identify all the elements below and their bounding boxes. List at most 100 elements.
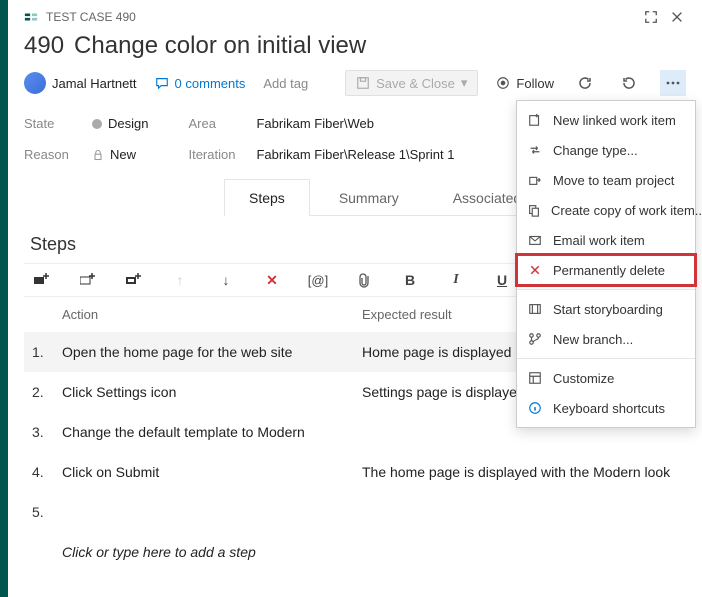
comment-icon xyxy=(155,76,169,90)
titlebar-label: TEST CASE 490 xyxy=(46,10,136,24)
step-number: 1. xyxy=(32,344,62,360)
undo-icon xyxy=(621,75,637,91)
menu-customize[interactable]: Customize xyxy=(517,363,695,393)
menu-storyboard[interactable]: Start storyboarding xyxy=(517,294,695,324)
bold-button[interactable]: B xyxy=(400,270,420,290)
area-value[interactable]: Fabrikam Fiber\Web xyxy=(256,116,374,131)
menu-separator xyxy=(517,289,695,290)
assignee-name: Jamal Hartnett xyxy=(52,76,137,91)
move-icon xyxy=(527,172,543,188)
step-action[interactable]: Click on Submit xyxy=(62,464,362,480)
menu-new-linked[interactable]: New linked work item xyxy=(517,105,695,135)
more-actions-button[interactable] xyxy=(660,70,686,96)
ellipsis-icon xyxy=(665,75,681,91)
close-icon[interactable] xyxy=(668,8,686,26)
menu-label: Change type... xyxy=(553,143,638,158)
follow-icon xyxy=(496,76,510,90)
step-number: 3. xyxy=(32,424,62,440)
tab-summary[interactable]: Summary xyxy=(314,179,424,216)
avatar xyxy=(24,72,46,94)
reason-label: Reason xyxy=(24,147,78,162)
save-close-label: Save & Close xyxy=(376,76,455,91)
insert-step-button[interactable] xyxy=(32,270,52,290)
paperclip-icon xyxy=(357,272,371,288)
step-action[interactable]: Open the home page for the web site xyxy=(62,344,362,360)
menu-move-team[interactable]: Move to team project xyxy=(517,165,695,195)
mention-button[interactable]: [@] xyxy=(308,270,328,290)
menu-change-type[interactable]: Change type... xyxy=(517,135,695,165)
state-label: State xyxy=(24,116,78,131)
delete-icon xyxy=(527,262,543,278)
move-down-button[interactable]: ↓ xyxy=(216,270,236,290)
assignee[interactable]: Jamal Hartnett xyxy=(24,72,137,94)
comments-label: 0 comments xyxy=(175,76,246,91)
revert-button[interactable] xyxy=(616,70,642,96)
follow-button[interactable]: Follow xyxy=(496,76,554,91)
header-action: Action xyxy=(62,307,362,322)
step-action[interactable]: Click Settings icon xyxy=(62,384,362,400)
state-value-text: Design xyxy=(108,116,148,131)
refresh-button[interactable] xyxy=(572,70,598,96)
menu-shortcuts[interactable]: Keyboard shortcuts xyxy=(517,393,695,423)
refresh-icon xyxy=(577,75,593,91)
add-step-row[interactable]: Click or type here to add a step xyxy=(24,532,686,572)
titlebar: TEST CASE 490 xyxy=(24,8,686,26)
insert-param-button[interactable] xyxy=(124,270,144,290)
step-number: 4. xyxy=(32,464,62,480)
insert-shared-step-button[interactable] xyxy=(78,270,98,290)
menu-label: New linked work item xyxy=(553,113,676,128)
menu-permanently-delete[interactable]: Permanently delete xyxy=(517,255,695,285)
menu-label: Permanently delete xyxy=(553,263,665,278)
italic-button[interactable]: I xyxy=(446,270,466,290)
state-circle-icon xyxy=(92,119,102,129)
reason-value-text: New xyxy=(110,147,136,162)
iteration-label: Iteration xyxy=(188,147,242,162)
accent-bar xyxy=(0,0,8,597)
move-up-button: ↑ xyxy=(170,270,190,290)
work-item-title[interactable]: Change color on initial view xyxy=(74,32,366,60)
save-icon xyxy=(356,76,370,90)
underline-button[interactable]: U xyxy=(492,270,512,290)
reason-value[interactable]: New xyxy=(92,147,136,162)
table-row[interactable]: 5. xyxy=(24,492,686,532)
menu-separator xyxy=(517,358,695,359)
step-action[interactable]: Change the default template to Modern xyxy=(62,424,362,440)
menu-label: Move to team project xyxy=(553,173,674,188)
menu-create-copy[interactable]: Create copy of work item... xyxy=(517,195,695,225)
info-icon xyxy=(527,400,543,416)
state-value[interactable]: Design xyxy=(92,116,148,131)
iteration-value[interactable]: Fabrikam Fiber\Release 1\Sprint 1 xyxy=(256,147,454,162)
menu-email[interactable]: Email work item xyxy=(517,225,695,255)
step-expected[interactable]: The home page is displayed with the Mode… xyxy=(362,464,678,480)
save-close-button: Save & Close ▾ xyxy=(345,70,478,96)
storyboard-icon xyxy=(527,301,543,317)
meta-row: Jamal Hartnett 0 comments Add tag Save &… xyxy=(24,70,686,96)
menu-label: Start storyboarding xyxy=(553,302,663,317)
chevron-down-icon: ▾ xyxy=(461,75,468,91)
add-step-placeholder[interactable]: Click or type here to add a step xyxy=(62,544,362,560)
lock-icon xyxy=(92,149,104,161)
comments-link[interactable]: 0 comments xyxy=(155,76,246,91)
work-item-id: 490 xyxy=(24,32,64,60)
tab-steps[interactable]: Steps xyxy=(224,179,310,216)
step-number: 2. xyxy=(32,384,62,400)
delete-step-button[interactable]: ✕ xyxy=(262,270,282,290)
area-label: Area xyxy=(188,116,242,131)
add-tag-button[interactable]: Add tag xyxy=(263,76,308,91)
branch-icon xyxy=(527,331,543,347)
attach-button[interactable] xyxy=(354,270,374,290)
header-expected: Expected result xyxy=(362,307,452,322)
new-linked-icon xyxy=(527,112,543,128)
menu-label: New branch... xyxy=(553,332,633,347)
fullscreen-icon[interactable] xyxy=(642,8,660,26)
menu-new-branch[interactable]: New branch... xyxy=(517,324,695,354)
follow-label: Follow xyxy=(516,76,554,91)
menu-label: Email work item xyxy=(553,233,645,248)
menu-label: Create copy of work item... xyxy=(551,203,702,218)
change-type-icon xyxy=(527,142,543,158)
table-row[interactable]: 4. Click on Submit The home page is disp… xyxy=(24,452,686,492)
menu-label: Customize xyxy=(553,371,614,386)
customize-icon xyxy=(527,370,543,386)
menu-label: Keyboard shortcuts xyxy=(553,401,665,416)
email-icon xyxy=(527,232,543,248)
